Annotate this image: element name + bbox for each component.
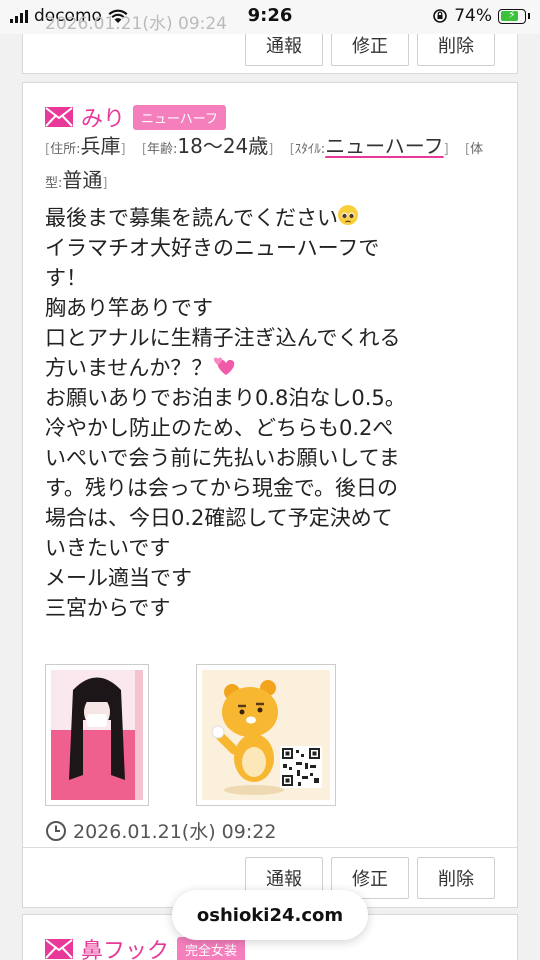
post-date: 2026.01.21(水) 09:22 <box>45 817 276 844</box>
attr-age: [年齢:18〜24歳] <box>141 134 274 158</box>
post-body: 最後まで募集を読んでください イラマチオ大好きのニューハーフで す！ 胸あり竿あ… <box>45 203 495 623</box>
next-category-badge: 完全女装 <box>177 936 246 960</box>
attr-address: [住所:兵庫] <box>45 134 126 158</box>
category-badge: ニューハーフ <box>133 104 226 130</box>
photo-2-image <box>202 670 330 800</box>
poster-name[interactable]: みり <box>81 101 125 133</box>
post-header: みり ニューハーフ <box>45 101 226 133</box>
domain-url-pill[interactable]: oshioki24.com <box>172 890 368 940</box>
two-hearts-emoji-icon <box>214 357 235 375</box>
pleading-face-emoji-icon <box>337 205 358 225</box>
orientation-lock-icon <box>433 9 448 23</box>
charging-bolt-icon: ⚡ <box>508 7 516 21</box>
battery-cap <box>528 13 530 19</box>
photo-thumbnail-2[interactable] <box>196 664 336 806</box>
next-poster-name[interactable]: 鼻フック <box>81 933 169 960</box>
attr-style: [ｽﾀｲﾙ:ニューハーフ] <box>289 134 449 158</box>
previous-post-date: 2026.01.21(水) 09:24 <box>45 14 227 34</box>
clock-icon <box>46 820 66 841</box>
photo-1-image <box>51 670 143 800</box>
post-body-text-1: 最後まで募集を読んでください <box>45 206 338 230</box>
delete-button[interactable]: 削除 <box>417 857 495 899</box>
post-date-text: 2026.01.21(水) 09:22 <box>73 821 277 843</box>
status-right: 74% ⚡ <box>432 6 530 26</box>
post-card: みり ニューハーフ [住所:兵庫] [年齢:18〜24歳] [ｽﾀｲﾙ:ニューハ… <box>22 82 518 908</box>
post-body-text-3: お願いありでお泊まり0.8泊なし0.5。 冷やかし防止のため、どちらも0.2ぺ … <box>45 386 406 620</box>
post-attributes: [住所:兵庫] [年齢:18〜24歳] [ｽﾀｲﾙ:ニューハーフ] [体型:普通… <box>45 131 485 199</box>
photo-thumbnail-1[interactable] <box>45 664 149 806</box>
mail-icon <box>45 107 73 127</box>
battery-percent: 74% <box>454 6 492 26</box>
mail-icon <box>45 939 73 959</box>
post-actions-divider <box>23 847 517 848</box>
battery-icon: ⚡ <box>498 7 526 24</box>
